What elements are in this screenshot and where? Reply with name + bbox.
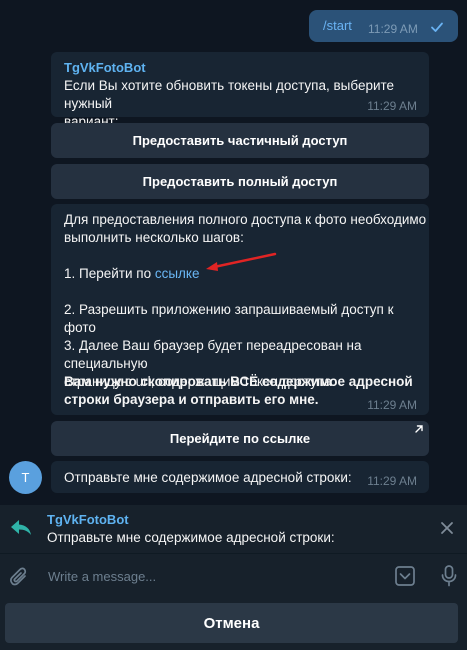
reply-preview: TgVkFotoBot Отправьте мне содержимое адр… bbox=[0, 505, 467, 553]
avatar[interactable]: T bbox=[9, 461, 42, 494]
message-time: 11:29 AM bbox=[368, 22, 418, 36]
step-2: 2. Разрешить приложению запрашиваемый до… bbox=[64, 302, 394, 335]
partial-access-button[interactable]: Предоставить частичный доступ bbox=[51, 123, 429, 158]
full-access-button[interactable]: Предоставить полный доступ bbox=[51, 164, 429, 199]
chat-area: /start 11:29 AM TgVkFotoBot Если Вы хоти… bbox=[0, 0, 467, 505]
sender-name: TgVkFotoBot bbox=[64, 60, 146, 75]
reply-title: TgVkFotoBot bbox=[47, 512, 129, 527]
bot-message[interactable]: TgVkFotoBot Если Вы хотите обновить токе… bbox=[51, 52, 429, 129]
step-1-prefix: 1. Перейти по bbox=[64, 266, 155, 281]
open-link-label: Перейдите по ссылке bbox=[169, 431, 311, 446]
message-time: 11:29 AM bbox=[367, 99, 417, 113]
message-input[interactable]: Write a message... bbox=[48, 569, 156, 584]
reply-text: Отправьте мне содержимое адресной строки… bbox=[47, 530, 335, 545]
reply-icon bbox=[9, 518, 33, 538]
instructions-message[interactable]: Для предоставления полного доступа к фот… bbox=[51, 204, 429, 415]
message-input-bar: Write a message... bbox=[0, 553, 467, 600]
message-text: Отправьте мне содержимое адресной строки… bbox=[64, 470, 352, 485]
open-link-button[interactable]: Перейдите по ссылке bbox=[51, 421, 429, 456]
read-check-icon bbox=[430, 20, 444, 34]
cancel-area: Отмена bbox=[0, 599, 467, 650]
message-time: 11:29 AM bbox=[367, 474, 417, 488]
instructions-intro: Для предоставления полного доступа к фот… bbox=[64, 212, 427, 245]
outgoing-text: /start bbox=[323, 18, 352, 33]
last-bot-message[interactable]: Отправьте мне содержимое адресной строки… bbox=[51, 461, 429, 493]
step-1: 1. Перейти по ссылке bbox=[64, 265, 199, 283]
bold-note: Вам нужно скопировать ВСЁ содержимое адр… bbox=[64, 374, 413, 407]
message-time: 11:29 AM bbox=[367, 398, 417, 412]
red-arrow-annotation bbox=[206, 252, 277, 271]
microphone-icon[interactable] bbox=[440, 564, 458, 588]
outgoing-message[interactable]: /start 11:29 AM bbox=[309, 10, 458, 42]
external-link-icon bbox=[414, 424, 424, 434]
close-icon[interactable] bbox=[440, 521, 454, 535]
cancel-button[interactable]: Отмена bbox=[5, 603, 458, 643]
step-1-link[interactable]: ссылке bbox=[155, 266, 200, 281]
bot-keyboard-icon[interactable] bbox=[394, 565, 416, 587]
attach-icon[interactable] bbox=[9, 566, 29, 588]
